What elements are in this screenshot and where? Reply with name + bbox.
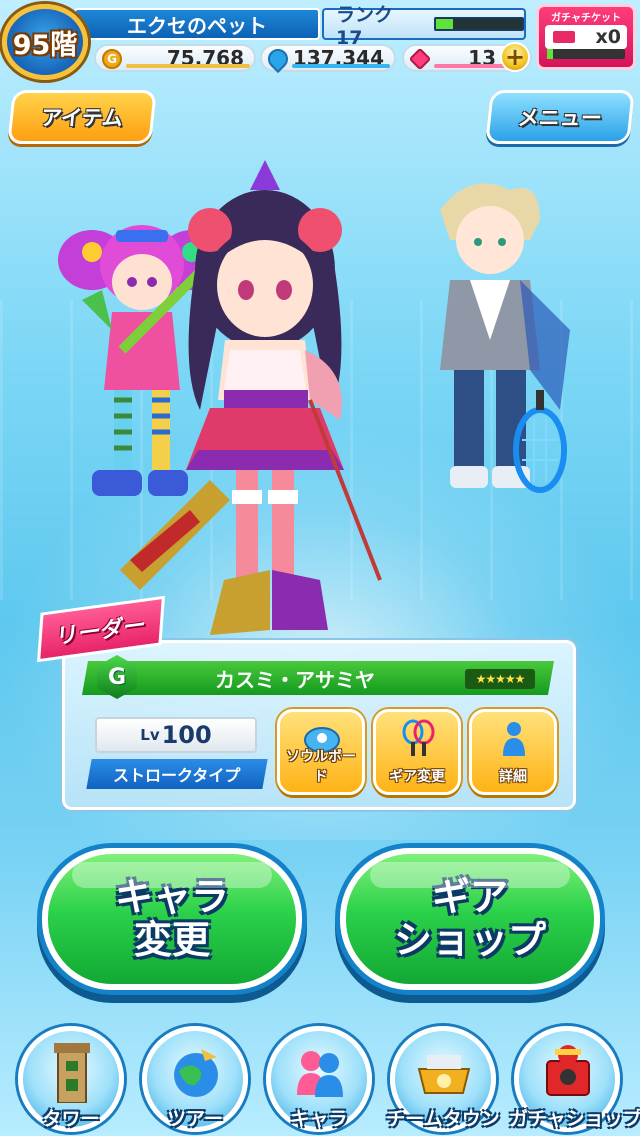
gear-shop-line2: ショップ bbox=[393, 918, 546, 962]
player-name: エクセのペット bbox=[74, 8, 320, 40]
floor-label: 95階 bbox=[12, 29, 78, 61]
nav-chara-label: キャラ bbox=[290, 1108, 348, 1130]
nav-gacha-shop[interactable]: ガチャショップ bbox=[509, 1026, 640, 1132]
menu-button[interactable]: メニュー bbox=[485, 90, 635, 144]
rank-gauge-fill bbox=[435, 19, 453, 29]
button-highlight bbox=[370, 862, 570, 888]
soul-stripe bbox=[292, 64, 390, 68]
gear-change-label: ギア変更 bbox=[389, 769, 445, 785]
person-icon bbox=[494, 718, 534, 758]
gear-shop-button[interactable]: ギア ショップ bbox=[340, 848, 600, 990]
rank-display: ランク17 bbox=[322, 4, 526, 49]
nav-tour-label: ツアー bbox=[167, 1108, 223, 1130]
floor-badge[interactable]: 95階 bbox=[2, 4, 88, 80]
ticket-icon bbox=[553, 31, 575, 43]
button-highlight bbox=[72, 862, 272, 888]
gacha-ticket[interactable]: ガチャチケット x0 bbox=[536, 4, 636, 70]
rank-label: ランク17 bbox=[336, 3, 394, 49]
gacha-ticket-count: x0 bbox=[595, 26, 621, 48]
gacha-ticket-label: ガチャチケット bbox=[551, 13, 621, 24]
soul-counter: 137,344 bbox=[260, 44, 396, 74]
party-character-center-leader[interactable] bbox=[100, 150, 430, 650]
nav-team-town-label: チームタウン bbox=[386, 1108, 500, 1130]
nav-tour[interactable]: ツアー bbox=[142, 1026, 248, 1132]
detail-button[interactable]: 詳細 bbox=[469, 709, 557, 795]
tower-icon bbox=[41, 1041, 103, 1103]
play-type: ストロークタイプ bbox=[86, 759, 268, 789]
item-button[interactable]: アイテム bbox=[7, 90, 157, 144]
people-icon bbox=[289, 1041, 351, 1103]
level-display: Lv 100 bbox=[95, 717, 257, 753]
racket-icon bbox=[398, 718, 438, 758]
character-panel: G カスミ・アサミヤ ★★★★★ Lv 100 ストロークタイプ ソウルボード … bbox=[62, 640, 576, 810]
gacha-ticket-gauge bbox=[547, 49, 625, 59]
level-prefix: Lv bbox=[140, 726, 160, 744]
rarity-stars: ★★★★★ bbox=[465, 669, 535, 689]
gear-change-button[interactable]: ギア変更 bbox=[373, 709, 461, 795]
character-name: カスミ・アサミヤ bbox=[215, 667, 375, 692]
nav-tower-label: タワー bbox=[42, 1108, 100, 1130]
globe-icon bbox=[165, 1041, 227, 1103]
soul-board-label: ソウルボード bbox=[286, 749, 356, 785]
add-gems-button[interactable]: + bbox=[500, 42, 530, 72]
nav-tower[interactable]: タワー bbox=[18, 1026, 124, 1132]
party-character-right[interactable] bbox=[410, 170, 580, 520]
chara-change-line2: 変更 bbox=[133, 918, 210, 962]
soul-drop-icon bbox=[263, 44, 293, 74]
nav-team-town[interactable]: チームタウン bbox=[386, 1026, 500, 1132]
gem-stripe bbox=[434, 64, 506, 68]
resource-row: G 75,768 137,344 13 + bbox=[74, 42, 534, 74]
leader-label: リーダー bbox=[55, 612, 147, 650]
gold-coin-icon: G bbox=[102, 49, 122, 69]
detail-label: 詳細 bbox=[499, 769, 527, 785]
gold-counter: G 75,768 bbox=[94, 44, 256, 72]
nav-chara[interactable]: キャラ bbox=[266, 1026, 372, 1132]
rank-gauge bbox=[433, 17, 524, 31]
team-town-icon bbox=[413, 1041, 475, 1103]
level-value: 100 bbox=[161, 721, 212, 749]
gold-stripe bbox=[126, 64, 250, 68]
top-hud: エクセのペット ランク17 G 75,768 137,344 13 + 95階 … bbox=[0, 0, 640, 82]
nav-gacha-shop-label: ガチャショップ bbox=[509, 1108, 640, 1130]
play-type-label: ストロークタイプ bbox=[113, 766, 241, 785]
gacha-ticket-gauge-fill bbox=[547, 49, 553, 59]
chara-change-button[interactable]: キャラ 変更 bbox=[42, 848, 302, 990]
gem-icon bbox=[408, 47, 432, 71]
gacha-machine-icon bbox=[537, 1041, 599, 1103]
soul-board-button[interactable]: ソウルボード bbox=[277, 709, 365, 795]
